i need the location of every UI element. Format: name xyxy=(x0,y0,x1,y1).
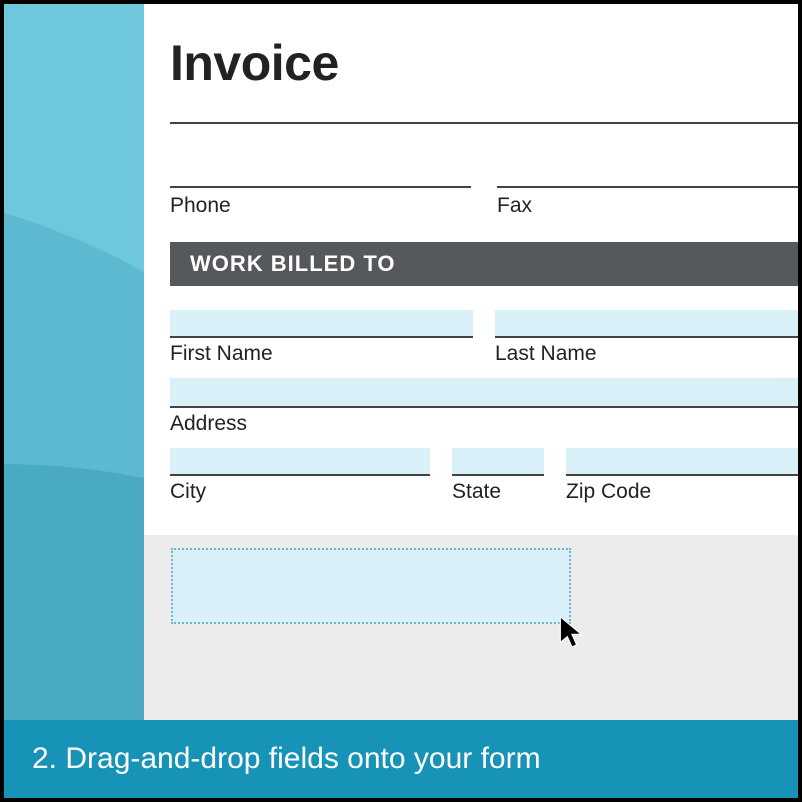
address-label: Address xyxy=(170,412,798,436)
zip-label: Zip Code xyxy=(566,480,798,504)
last-name-group: Last Name xyxy=(495,310,798,378)
cursor-icon xyxy=(558,614,586,650)
fax-input-line[interactable] xyxy=(497,186,798,188)
caption-text: 2. Drag-and-drop fields onto your form xyxy=(32,742,541,776)
last-name-label: Last Name xyxy=(495,342,798,366)
caption-bar: 2. Drag-and-drop fields onto your form xyxy=(4,720,798,798)
fax-field-group: Fax xyxy=(497,186,798,236)
city-label: City xyxy=(170,480,430,504)
zip-input[interactable] xyxy=(566,448,798,476)
row-city-state-zip: City State Zip Code xyxy=(170,448,798,522)
address-group: Address xyxy=(170,378,798,436)
city-group: City xyxy=(170,448,430,522)
phone-label: Phone xyxy=(170,194,471,218)
state-label: State xyxy=(452,480,544,504)
zip-group: Zip Code xyxy=(566,448,798,522)
state-group: State xyxy=(452,448,544,522)
last-name-input[interactable] xyxy=(495,310,798,338)
phone-field-group: Phone xyxy=(170,186,471,236)
dragged-field[interactable] xyxy=(171,548,571,624)
state-input[interactable] xyxy=(452,448,544,476)
address-input[interactable] xyxy=(170,378,798,408)
app-frame: Invoice Phone Fax WORK BILLED TO First N… xyxy=(0,0,802,802)
first-name-input[interactable] xyxy=(170,310,473,338)
first-name-group: First Name xyxy=(170,310,473,378)
fax-label: Fax xyxy=(497,194,798,218)
row-phone-fax: Phone Fax xyxy=(170,186,798,236)
city-input[interactable] xyxy=(170,448,430,476)
section-header-billed-to: WORK BILLED TO xyxy=(170,242,798,286)
phone-input-line[interactable] xyxy=(170,186,471,188)
title-divider xyxy=(170,122,798,124)
row-name: First Name Last Name xyxy=(170,310,798,378)
page-title: Invoice xyxy=(170,34,798,92)
first-name-label: First Name xyxy=(170,342,473,366)
